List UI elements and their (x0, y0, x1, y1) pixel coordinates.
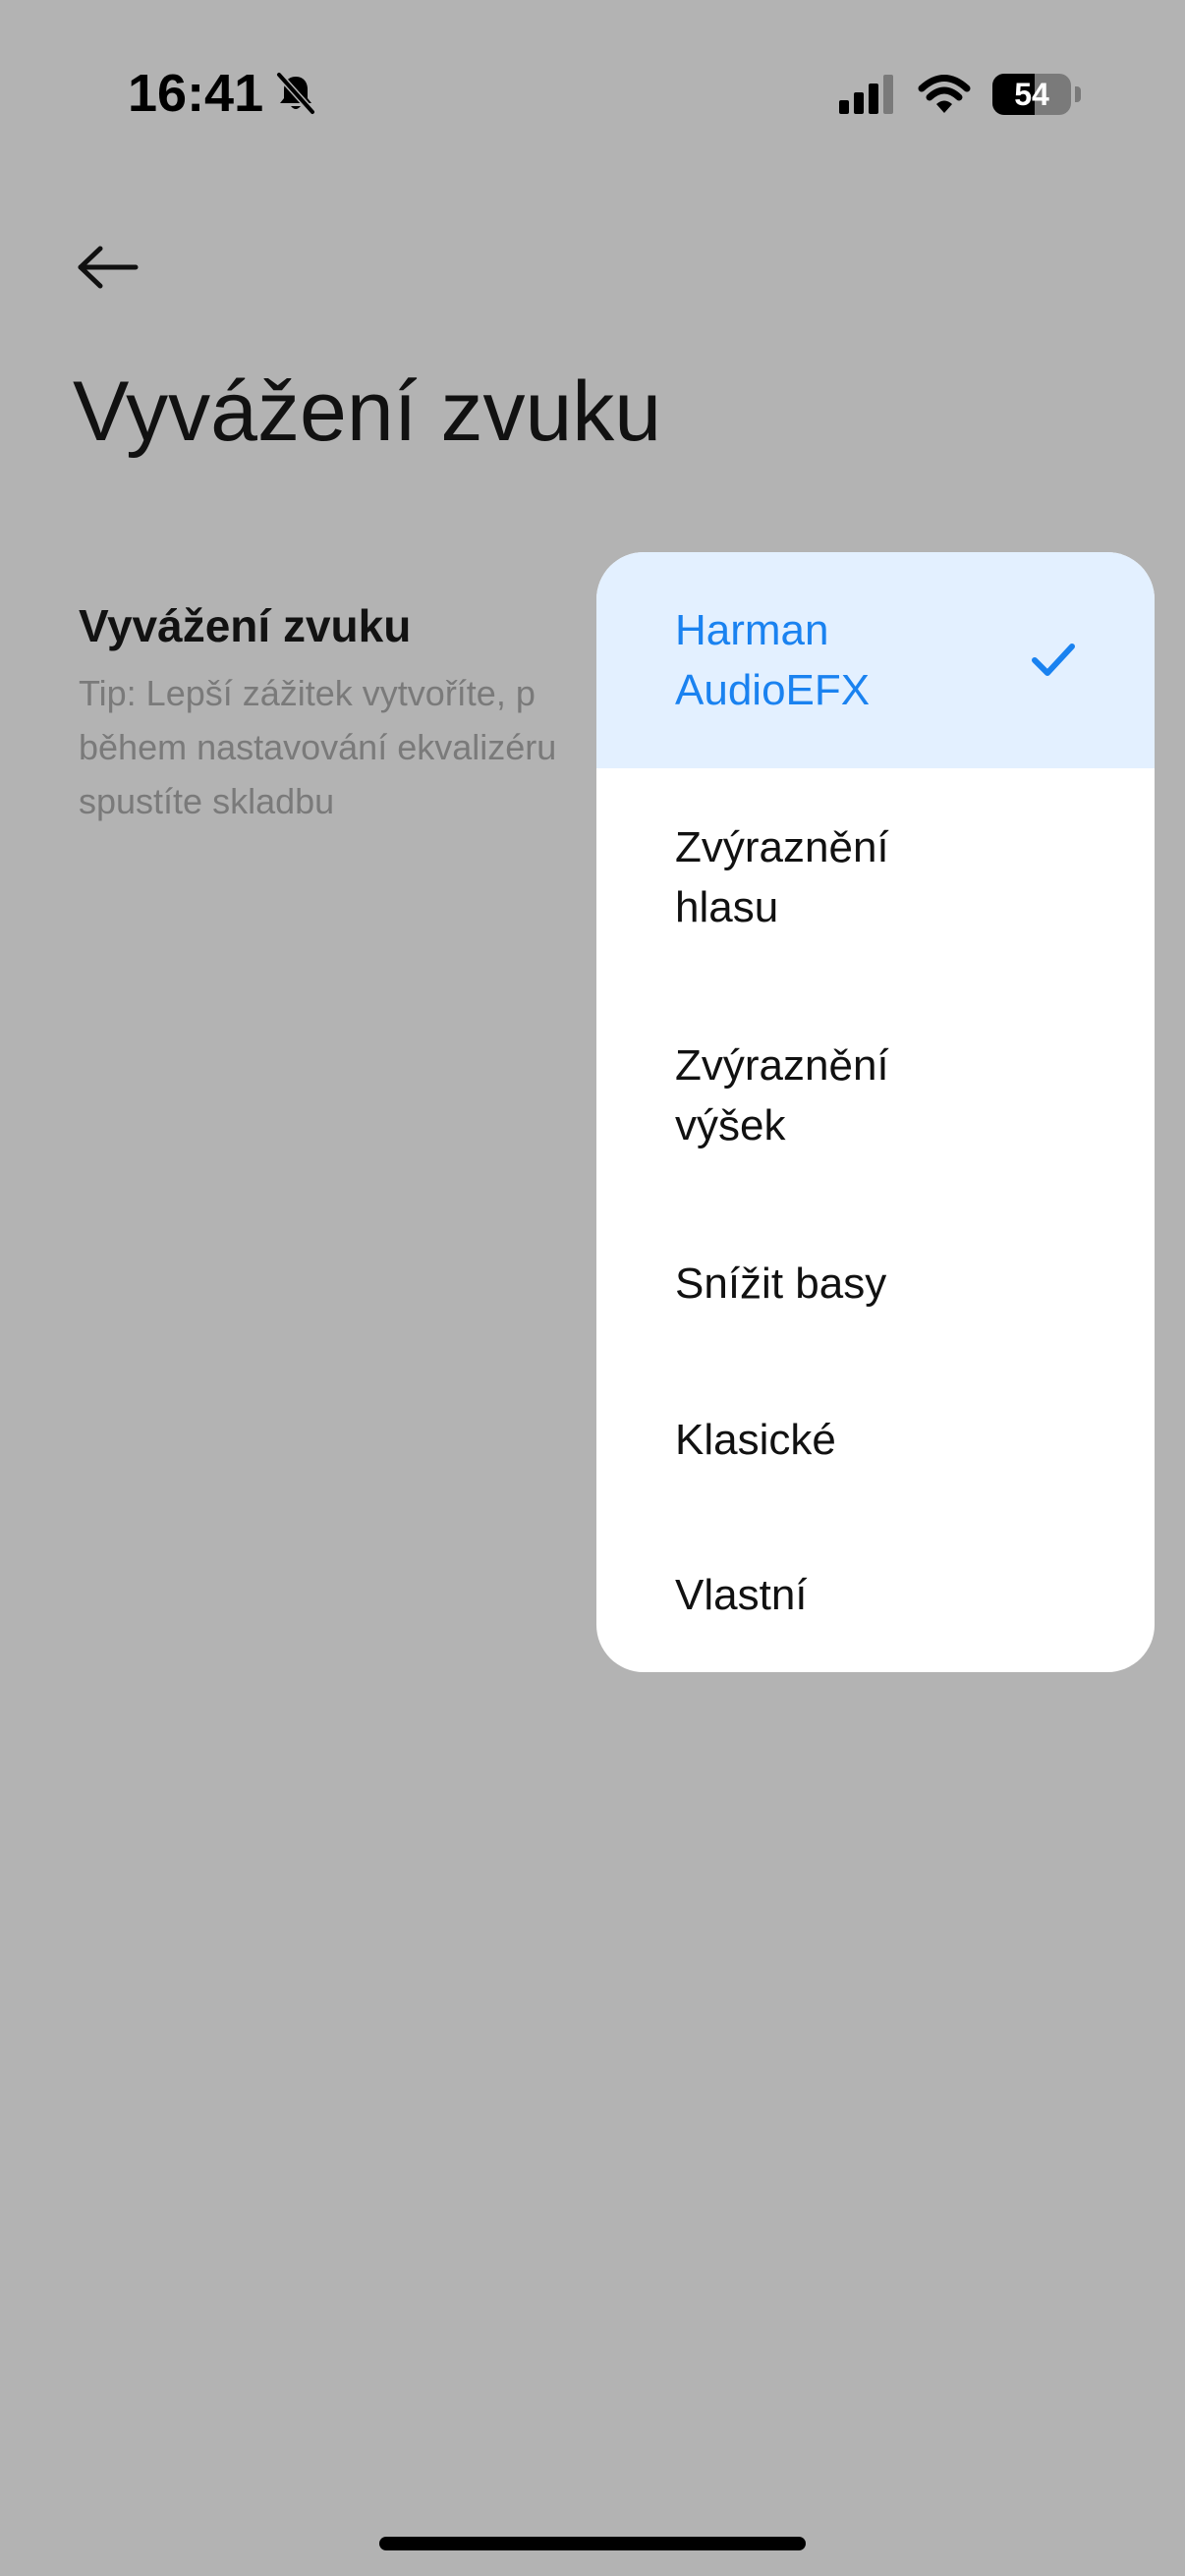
home-indicator[interactable] (379, 2537, 806, 2550)
sound-balance-dropdown: Harman AudioEFX Zvýraznění hlasu Zvýrazn… (596, 552, 1155, 1672)
page-title: Vyvážení zvuku (73, 364, 662, 459)
dropdown-option-voice-boost[interactable]: Zvýraznění hlasu (596, 768, 1155, 986)
bell-slash-icon (275, 71, 316, 116)
battery-level: 54 (1014, 77, 1049, 112)
dropdown-option-treble-boost[interactable]: Zvýraznění výšek (596, 986, 1155, 1204)
back-button[interactable] (69, 228, 147, 307)
arrow-left-icon (78, 246, 139, 289)
dropdown-option-reduce-bass[interactable]: Snížit basy (596, 1204, 1155, 1362)
status-bar: 16:41 54 (0, 0, 1185, 187)
option-label: Klasické (675, 1415, 836, 1464)
dropdown-option-harman-audioefx[interactable]: Harman AudioEFX (596, 552, 1155, 768)
status-icons: 54 (839, 67, 1081, 122)
option-label: Harman AudioEFX (675, 606, 871, 714)
setting-title: Vyvážení zvuku (79, 600, 412, 651)
option-label: Vlastní (675, 1570, 808, 1619)
battery-indicator: 54 (992, 74, 1071, 115)
sound-balance-setting[interactable]: Vyvážení zvuku Tip: Lepší zážitek vytvoř… (79, 599, 629, 828)
cellular-signal-icon (839, 75, 893, 114)
option-label: Zvýraznění hlasu (675, 823, 889, 931)
wifi-icon (918, 75, 971, 113)
dropdown-option-custom[interactable]: Vlastní (596, 1517, 1155, 1672)
status-time: 16:41 (128, 64, 264, 123)
setting-tip: Tip: Lepší zážitek vytvoříte, p během na… (79, 673, 557, 821)
checkmark-icon (1032, 644, 1075, 676)
dropdown-option-classic[interactable]: Klasické (596, 1362, 1155, 1517)
status-time-group: 16:41 (128, 63, 320, 124)
battery-tip (1075, 86, 1081, 102)
option-label: Zvýraznění výšek (675, 1041, 889, 1149)
option-label: Snížit basy (675, 1259, 887, 1308)
